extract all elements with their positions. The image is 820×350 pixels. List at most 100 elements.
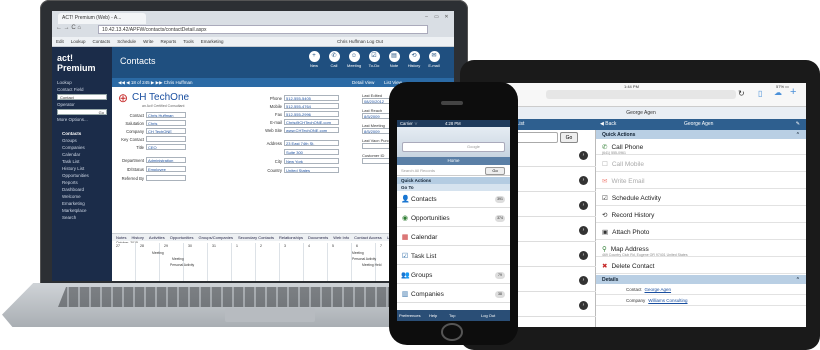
field-value[interactable]: CEO — [146, 144, 186, 150]
action-attach-photo[interactable]: ▣ Attach Photo — [596, 224, 806, 240]
calendar-day[interactable]: 30 — [188, 244, 192, 248]
calendar-event[interactable]: Personal Activity — [352, 257, 376, 261]
toolbar-call-button[interactable]: ✆ Call — [327, 51, 341, 68]
field-value[interactable]: Administration — [146, 157, 186, 163]
menu-edit[interactable]: Edit — [56, 39, 64, 44]
reload-icon[interactable]: ↻ — [738, 89, 745, 98]
record-counter[interactable]: ◀◀ ◀ 18 of 245 ▶ ▶▶ Chris Huffman — [118, 80, 192, 85]
toolbar-meeting-button[interactable]: ☺ Meeting — [347, 51, 361, 68]
calendar-event[interactable]: Personal Activity — [170, 263, 194, 267]
phone-item-groups[interactable]: 👥Groups 79 — [397, 267, 510, 284]
phone-quick-actions[interactable]: Quick Actions — [397, 177, 510, 184]
tab-activities[interactable]: Activities — [149, 235, 165, 240]
detail-view-button[interactable]: Detail View — [352, 80, 374, 85]
toolbar-to-do-button[interactable]: ☑ To-Do — [367, 51, 381, 68]
lookup-input[interactable]: Go — [57, 109, 107, 115]
phone-item-task-list[interactable]: ☑ Task List — [397, 248, 510, 265]
field-value[interactable]: 512-555-5405 — [284, 95, 339, 101]
phone-item-calendar[interactable]: ▦ Calendar — [397, 229, 510, 246]
field-value[interactable]: www.CHTechONE.com — [284, 127, 339, 133]
field-value[interactable]: 23 East 74th St. — [284, 140, 339, 146]
sidebar-item-dashboard[interactable]: Dashboard — [57, 186, 107, 193]
maximize-icon[interactable]: ▭ — [432, 14, 441, 21]
phone-item-opportunities[interactable]: ◉ Opportunities 374 — [397, 210, 510, 227]
calendar-day[interactable]: 29 — [164, 244, 168, 248]
sidebar-item-calendar[interactable]: Calendar — [57, 151, 107, 158]
browser-tab[interactable]: ACT! Premium (Web) - A... — [58, 13, 146, 24]
action-call-mobile[interactable]: ☐ Call Mobile — [596, 156, 806, 172]
field-value[interactable]: Employee — [146, 166, 186, 172]
chevron-right-icon[interactable]: › — [579, 176, 588, 185]
field-value[interactable] — [146, 136, 186, 142]
tab-opportunities[interactable]: Opportunities — [170, 235, 194, 240]
menu-emarketing[interactable]: Emarketing — [201, 39, 224, 44]
close-icon[interactable]: ✕ — [442, 14, 451, 21]
edit-icon[interactable]: ✎ — [796, 121, 800, 127]
tab-relationships[interactable]: Relationships — [279, 235, 303, 240]
sidebar-item-emarketing[interactable]: Emarketing — [57, 200, 107, 207]
tablet-address-bar[interactable] — [546, 90, 736, 99]
phone-go-button[interactable]: Go — [485, 167, 505, 175]
chevron-right-icon[interactable]: › — [579, 201, 588, 210]
tab-groups-companies[interactable]: Groups/Companies — [198, 235, 232, 240]
sidebar-item-task-list[interactable]: Task List — [57, 158, 107, 165]
field-value[interactable]: CH TechONE — [146, 128, 186, 134]
collapse-icon[interactable]: ⌃ — [796, 132, 800, 138]
calendar-event[interactable]: Meeting — [152, 251, 164, 255]
chevron-right-icon[interactable]: › — [579, 276, 588, 285]
tab-secondary-contacts[interactable]: Secondary Contacts — [238, 235, 274, 240]
sidebar-item-welcome[interactable]: Welcome — [57, 193, 107, 200]
quick-actions-header[interactable]: Quick Actions ⌃ — [596, 130, 806, 139]
detail-value[interactable]: George Agen — [645, 287, 672, 292]
field-value[interactable] — [146, 175, 186, 181]
chevron-right-icon[interactable]: › — [579, 226, 588, 235]
phone-google-search[interactable]: Google — [467, 144, 480, 149]
field-value[interactable]: United States — [284, 167, 339, 173]
sidebar-item-history-list[interactable]: History List — [57, 165, 107, 172]
add-tab-icon[interactable]: + — [790, 86, 796, 98]
sidebar-item-marketplace[interactable]: Marketplace — [57, 207, 107, 214]
tab-contact-access[interactable]: Contact Access — [354, 235, 382, 240]
field-value[interactable]: Suite 300 — [284, 149, 339, 155]
toolbar-note-button[interactable]: ▤ Note — [387, 51, 401, 68]
sidebar-item-contacts[interactable]: Contacts — [57, 130, 107, 137]
field-value[interactable]: New York — [284, 158, 339, 164]
calendar-day[interactable]: 27 — [116, 244, 120, 248]
cloud-icon[interactable]: ☁ — [774, 88, 782, 97]
back-button[interactable]: ◀ Back — [600, 121, 616, 127]
action-call-phone[interactable]: ✆ Call Phone (641) 555-0961 — [596, 139, 806, 155]
sidebar-item-groups[interactable]: Groups — [57, 137, 107, 144]
toolbar-e-mail-button[interactable]: ✉ E-mail — [427, 51, 441, 68]
calendar-day[interactable]: 6 — [356, 244, 358, 248]
action-delete-contact[interactable]: ✖ Delete Contact — [596, 258, 806, 274]
menu-tools[interactable]: Tools — [183, 39, 194, 44]
menu-schedule[interactable]: Schedule — [117, 39, 136, 44]
menu-write[interactable]: Write — [143, 39, 153, 44]
calendar-day[interactable]: 2 — [260, 244, 262, 248]
browser-nav-icons[interactable]: ← → C ⌂ — [56, 25, 81, 31]
field-value[interactable]: Chris — [146, 120, 186, 126]
field-value[interactable]: Chris Huffman — [146, 112, 186, 118]
calendar-day[interactable]: 3 — [284, 244, 286, 248]
phone-bottom-log-out[interactable]: Log Out — [481, 313, 495, 318]
menu-contacts[interactable]: Contacts — [93, 39, 111, 44]
tab-history[interactable]: History — [131, 235, 143, 240]
action-map-address[interactable]: ⚲ Map Address 469 Country Club Rd, Eugene … — [596, 241, 806, 257]
address-bar[interactable]: 10.42.13.42/APFW/contacts/contactDetail.… — [98, 25, 428, 34]
calendar-day[interactable]: 7 — [380, 244, 382, 248]
tab-notes[interactable]: Notes — [116, 235, 126, 240]
field-value[interactable]: 512-555-4764 — [284, 103, 339, 109]
details-header[interactable]: Details ⌃ — [596, 275, 806, 284]
chevron-right-icon[interactable]: › — [579, 151, 588, 160]
tab-web-info[interactable]: Web Info — [333, 235, 349, 240]
field-value[interactable]: 512-555-2996 — [284, 111, 339, 117]
menu-reports[interactable]: Reports — [160, 39, 176, 44]
list-go-button[interactable]: Go — [560, 132, 578, 143]
phone-bottom-help[interactable]: Help — [429, 313, 437, 318]
menu-lookup[interactable]: Lookup — [71, 39, 86, 44]
tab-documents[interactable]: Documents — [308, 235, 328, 240]
sidebar-item-companies[interactable]: Companies — [57, 144, 107, 151]
action-write-email[interactable]: ✉ Write Email — [596, 173, 806, 189]
detail-value[interactable]: Williams Consulting — [648, 298, 687, 303]
collapse-icon[interactable]: ⌃ — [796, 277, 800, 283]
